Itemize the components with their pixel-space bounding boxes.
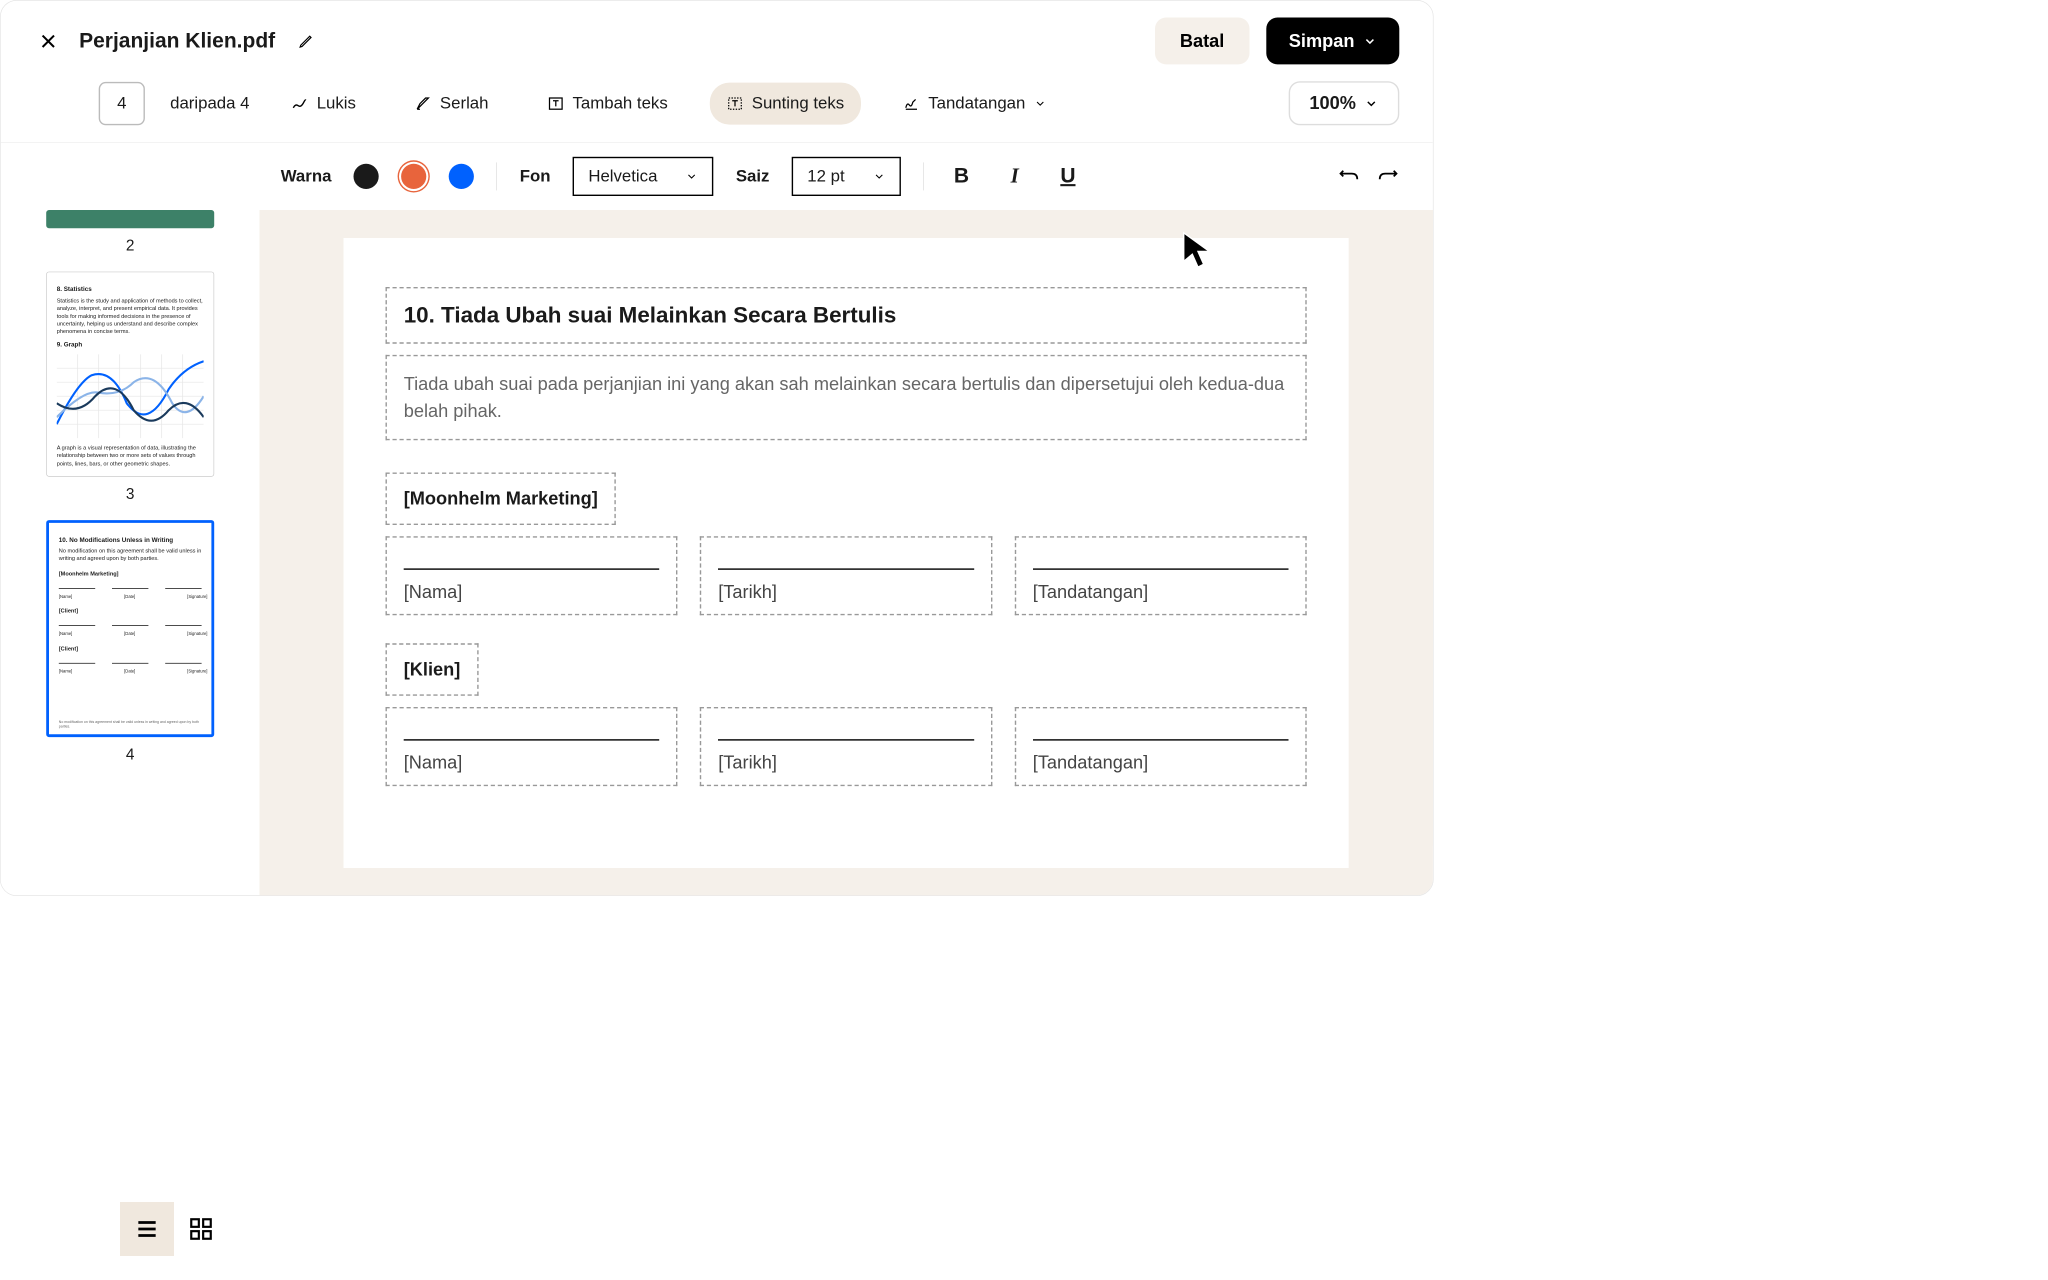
- add-text-icon: [547, 95, 564, 112]
- color-blue[interactable]: [449, 164, 474, 189]
- chevron-down-icon: [1363, 34, 1377, 48]
- color-label: Warna: [281, 167, 332, 187]
- text-block-party2[interactable]: [Klien]: [386, 643, 479, 696]
- highlight-icon: [415, 95, 432, 112]
- text-block-party1[interactable]: [Moonhelm Marketing]: [386, 473, 617, 526]
- sign-icon: [903, 95, 920, 112]
- chart-preview: [57, 354, 204, 438]
- document-title: Perjanjian Klien.pdf: [79, 29, 275, 53]
- thumbnail-page-2[interactable]: [46, 210, 214, 228]
- close-button[interactable]: [34, 27, 62, 55]
- save-button[interactable]: Simpan: [1266, 18, 1399, 65]
- view-grid-button[interactable]: [174, 1202, 228, 1256]
- document-canvas[interactable]: 10. Tiada Ubah suai Melainkan Secara Ber…: [260, 210, 1433, 895]
- text-block-body[interactable]: Tiada ubah suai pada perjanjian ini yang…: [386, 355, 1307, 440]
- edit-text-icon: [727, 95, 744, 112]
- size-label: Saiz: [736, 167, 770, 187]
- italic-button[interactable]: I: [999, 161, 1030, 192]
- color-black[interactable]: [354, 164, 379, 189]
- field-name[interactable]: [Nama]: [386, 707, 678, 786]
- field-signature[interactable]: [Tandatangan]: [1015, 707, 1307, 786]
- page-number-input[interactable]: 4: [99, 82, 145, 125]
- redo-icon: [1377, 168, 1399, 185]
- cancel-button[interactable]: Batal: [1155, 18, 1250, 65]
- bold-button[interactable]: B: [946, 161, 977, 192]
- save-button-label: Simpan: [1289, 30, 1355, 52]
- tool-sign[interactable]: Tandatangan: [886, 82, 1063, 124]
- field-name[interactable]: [Nama]: [386, 536, 678, 615]
- text-block-title[interactable]: 10. Tiada Ubah suai Melainkan Secara Ber…: [386, 287, 1307, 344]
- thumbnail-label: 2: [126, 237, 135, 255]
- rename-button[interactable]: [298, 33, 315, 50]
- tool-highlight[interactable]: Serlah: [398, 82, 505, 124]
- pencil-icon: [298, 33, 313, 48]
- underline-button[interactable]: U: [1053, 161, 1084, 192]
- chevron-down-icon: [873, 170, 886, 183]
- chevron-down-icon: [1034, 97, 1047, 110]
- tool-add-text[interactable]: Tambah teks: [530, 82, 684, 124]
- tool-draw[interactable]: Lukis: [275, 82, 373, 124]
- tool-edit-text[interactable]: Sunting teks: [710, 82, 861, 124]
- thumbnail-page-4[interactable]: 10. No Modifications Unless in Writing N…: [46, 520, 214, 737]
- thumbnail-label: 3: [126, 485, 135, 503]
- thumbnail-label: 4: [126, 745, 135, 763]
- field-date[interactable]: [Tarikh]: [700, 536, 992, 615]
- draw-icon: [292, 95, 309, 112]
- undo-icon: [1338, 168, 1360, 185]
- size-selector[interactable]: 12 pt: [792, 157, 901, 196]
- list-icon: [134, 1216, 160, 1242]
- field-signature[interactable]: [Tandatangan]: [1015, 536, 1307, 615]
- color-orange[interactable]: [401, 164, 426, 189]
- font-label: Fon: [520, 167, 551, 187]
- field-date[interactable]: [Tarikh]: [700, 707, 992, 786]
- thumbnail-sidebar: 2 8. Statistics Statistics is the study …: [1, 210, 260, 895]
- grid-icon: [188, 1216, 214, 1242]
- redo-button[interactable]: [1377, 168, 1399, 185]
- close-icon: [39, 31, 59, 51]
- view-list-button[interactable]: [120, 1202, 174, 1256]
- undo-button[interactable]: [1338, 168, 1360, 185]
- chevron-down-icon: [1364, 96, 1378, 110]
- chevron-down-icon: [685, 170, 698, 183]
- thumbnail-page-3[interactable]: 8. Statistics Statistics is the study an…: [46, 272, 214, 477]
- font-selector[interactable]: Helvetica: [573, 157, 714, 196]
- document-page: 10. Tiada Ubah suai Melainkan Secara Ber…: [344, 238, 1349, 868]
- divider: [497, 162, 498, 190]
- page-total: daripada 4: [170, 93, 249, 113]
- zoom-selector[interactable]: 100%: [1288, 81, 1399, 125]
- divider: [923, 162, 924, 190]
